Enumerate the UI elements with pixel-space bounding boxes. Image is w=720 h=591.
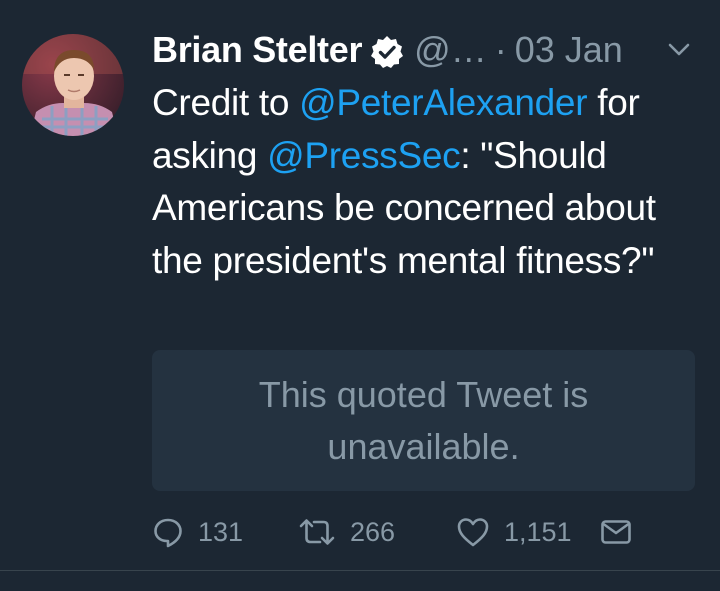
quoted-tweet-unavailable-message: This quoted Tweet is unavailable. (258, 373, 589, 467)
tweet-divider (0, 570, 720, 571)
quoted-tweet-card: This quoted Tweet is unavailable. (152, 350, 695, 491)
header-separator: · (494, 29, 507, 70)
tweet-actions: 131 266 1,151 (152, 510, 632, 554)
author-name[interactable]: Brian Stelter (152, 26, 362, 74)
tweet-header: Brian Stelter @… · 03 Jan (152, 26, 623, 74)
retweet-button[interactable]: 266 (298, 516, 456, 548)
avatar[interactable] (22, 34, 124, 136)
chevron-down-icon[interactable] (664, 36, 694, 62)
tweet-text-part: Credit to (152, 82, 300, 123)
retweet-count: 266 (350, 516, 396, 547)
author-handle[interactable]: @… (414, 26, 487, 74)
mention-link[interactable]: @PeterAlexander (299, 82, 587, 123)
tweet[interactable]: Brian Stelter @… · 03 Jan Credit to @Pet… (0, 0, 720, 570)
direct-message-button[interactable] (600, 518, 632, 546)
reply-button[interactable]: 131 (152, 516, 298, 548)
reply-icon (152, 516, 184, 548)
like-icon (456, 516, 490, 548)
tweet-date[interactable]: 03 Jan (515, 26, 623, 74)
direct-message-icon (600, 518, 632, 546)
like-button[interactable]: 1,151 (456, 516, 600, 548)
retweet-icon (298, 516, 336, 548)
mention-link[interactable]: @PressSec (267, 135, 461, 176)
reply-count: 131 (198, 516, 244, 547)
tweet-text: Credit to @PeterAlexander for asking @Pr… (152, 77, 712, 287)
verified-badge-icon (370, 33, 404, 68)
like-count: 1,151 (504, 516, 572, 547)
